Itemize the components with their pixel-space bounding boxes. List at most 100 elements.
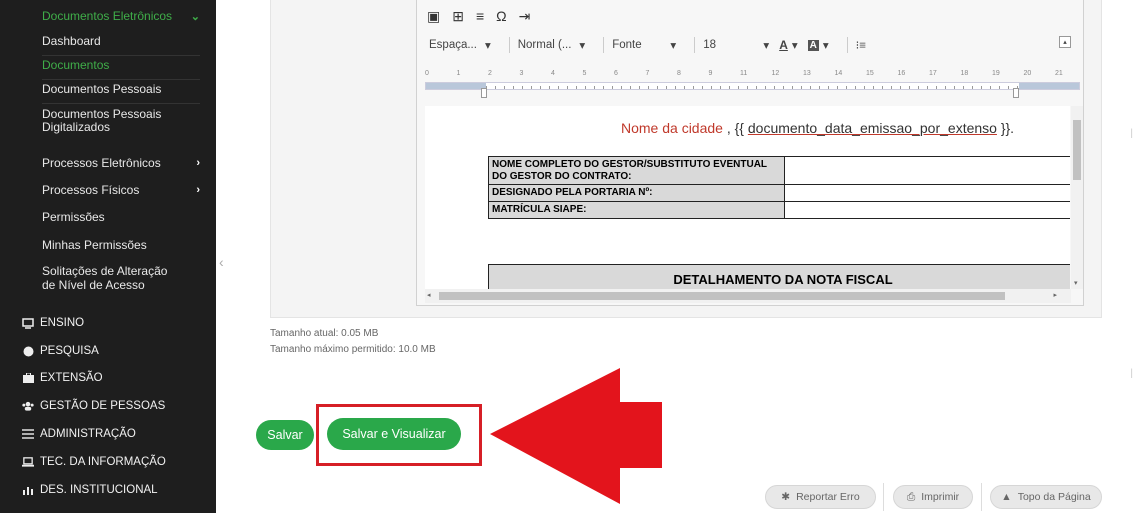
table-icon[interactable]: ⊞ xyxy=(452,8,464,25)
invoice-detail-heading: DETALHAMENTO DA NOTA FISCAL xyxy=(488,264,1070,289)
module-label: EXTENSÃO xyxy=(40,372,103,384)
print-button[interactable]: ⎙ Imprimir xyxy=(893,485,973,509)
sidebar-item-documentos-pessoais[interactable]: Documentos Pessoais xyxy=(42,82,200,104)
submenu-header-documentos-eletronicos[interactable]: Documentos Eletrônicos ⌄ xyxy=(42,9,214,23)
sidebar-item-solicitacoes[interactable]: Solitações de Alteração de Nível de Aces… xyxy=(42,264,214,293)
ruler-number: 20 xyxy=(1023,70,1032,77)
chart-icon xyxy=(22,484,34,496)
editor-toolbar-row-2: Espaça... ▾ Normal (... ▾ Fonte ▾ 18 ▾ A ▾ A ▾… xyxy=(429,32,866,58)
style-select[interactable]: Normal (... ▾ xyxy=(518,38,595,52)
font-select[interactable]: Fonte ▾ xyxy=(612,38,686,52)
sidebar-item-documentos-pessoais-digitalizados[interactable]: Documentos Pessoais Digitalizados xyxy=(42,107,200,144)
ruler-number: 21 xyxy=(1055,70,1063,77)
sidebar-item-label: Processos Físicos xyxy=(42,183,140,197)
ruler-number: 0 xyxy=(425,70,429,77)
scrollbar-thumb[interactable] xyxy=(439,292,1005,300)
ruler-number: 17 xyxy=(929,70,937,77)
ruler-number: 14 xyxy=(834,70,843,77)
module-label: DES. INSTITUCIONAL xyxy=(40,484,158,496)
ruler-number: 9 xyxy=(708,70,713,77)
globe-icon xyxy=(22,345,34,357)
save-button[interactable]: Salvar xyxy=(256,420,314,450)
horizontal-scrollbar[interactable]: ◂ ▸ xyxy=(425,289,1071,303)
sidebar-module-des-institucional[interactable]: DES. INSTITUCIONAL xyxy=(22,484,158,496)
sidebar-module-extensao[interactable]: EXTENSÃO xyxy=(22,372,103,384)
sidebar-module-administracao[interactable]: ADMINISTRAÇÃO xyxy=(22,428,136,440)
text-color-icon: A xyxy=(779,38,788,52)
document-content[interactable]: Nome da cidade , {{ documento_data_emiss… xyxy=(425,106,1070,289)
ruler-number: 11 xyxy=(740,70,748,77)
spacing-select[interactable]: Espaça... ▾ xyxy=(429,38,501,52)
city-name-text: Nome da cidade xyxy=(621,120,723,136)
top-of-page-button[interactable]: ▲ Topo da Página xyxy=(990,485,1102,509)
date-line: Nome da cidade , {{ documento_data_emiss… xyxy=(621,120,1015,136)
chevron-down-icon: ⌄ xyxy=(190,10,200,23)
text-color-button[interactable]: A ▾ xyxy=(779,38,807,52)
scroll-right-icon[interactable]: ▸ xyxy=(1053,291,1057,299)
ruler-numbers: 0 1 2 3 4 5 6 7 8 9 11 12 13 14 15 16 17 18 19 20 21 xyxy=(425,70,1080,80)
module-label: PESQUISA xyxy=(40,345,99,357)
editor-container: ▣ ⊞ ≡ Ω ⇥ Espaça... ▾ Normal (... ▾ Fonte ▾… xyxy=(270,0,1102,318)
sidebar-item-dashboard[interactable]: Dashboard xyxy=(42,34,200,56)
report-error-button[interactable]: ✱ Reportar Erro xyxy=(765,485,876,509)
sidebar-item-label: Documentos Pessoais Digitalizados xyxy=(42,107,162,135)
indent-icon[interactable]: ⇥ xyxy=(519,8,531,25)
dropdown-caret-icon: ▾ xyxy=(484,40,491,52)
sidebar-item-label: Dashboard xyxy=(42,34,101,48)
ruler-number: 7 xyxy=(645,70,650,77)
sidebar: Documentos Eletrônicos ⌄ Dashboard Docum… xyxy=(0,0,216,513)
background-color-button[interactable]: A ▾ xyxy=(807,38,839,52)
sidebar-item-permissoes[interactable]: Permissões xyxy=(42,210,214,224)
max-size-text: Tamanho máximo permitido: 10.0 MB xyxy=(270,344,436,355)
vertical-scrollbar[interactable]: ▾ xyxy=(1071,106,1083,289)
sidebar-item-label: Solitações de Alteração de Nível de Aces… xyxy=(42,264,168,292)
ruler-number: 1 xyxy=(456,70,461,77)
sidebar-item-label: Documentos Pessoais xyxy=(42,82,162,96)
users-icon xyxy=(22,400,34,412)
red-arrow-annotation xyxy=(490,368,662,504)
module-label: GESTÃO DE PESSOAS xyxy=(40,400,166,412)
sidebar-module-ensino[interactable]: ENSINO xyxy=(22,317,84,329)
collapse-sidebar-chevron-icon[interactable]: ‹ xyxy=(219,254,224,270)
ruler-number: 15 xyxy=(866,70,874,77)
left-margin-handle[interactable] xyxy=(481,88,487,98)
scroll-left-icon[interactable]: ◂ xyxy=(427,291,431,299)
ruler-number: 16 xyxy=(897,70,906,77)
align-icon[interactable]: ⁝≡ xyxy=(856,38,866,52)
ruler-number: 8 xyxy=(677,70,681,77)
dropdown-caret-icon: ▾ xyxy=(670,40,677,52)
sidebar-module-gestao-pessoas[interactable]: GESTÃO DE PESSOAS xyxy=(22,400,165,412)
scroll-down-icon[interactable]: ▾ xyxy=(1074,279,1078,287)
right-margin-handle[interactable] xyxy=(1013,88,1019,98)
size-select[interactable]: 18 ▾ xyxy=(703,38,779,52)
printer-icon: ⎙ xyxy=(906,490,916,503)
horizontal-line-icon[interactable]: ≡ xyxy=(476,8,484,25)
dropdown-caret-icon: ▾ xyxy=(822,40,829,52)
page: Documentos Eletrônicos ⌄ Dashboard Docum… xyxy=(0,0,1135,513)
sidebar-module-tec-informacao[interactable]: TEC. DA INFORMAÇÃO xyxy=(22,456,166,468)
ruler-number: 5 xyxy=(582,70,587,77)
sidebar-item-label: Processos Eletrônicos xyxy=(42,156,161,170)
module-label: ADMINISTRAÇÃO xyxy=(40,428,136,440)
sidebar-item-processos-fisicos[interactable]: Processos Físicos › xyxy=(42,183,214,197)
image-icon[interactable]: ▣ xyxy=(427,8,440,25)
manager-info-table: NOME COMPLETO DO GESTOR/SUBSTITUTO EVENT… xyxy=(488,156,1070,219)
ruler-number: 13 xyxy=(803,70,811,77)
special-char-icon[interactable]: Ω xyxy=(496,8,506,25)
ruler-number: 2 xyxy=(488,70,492,77)
rich-text-editor: ▣ ⊞ ≡ Ω ⇥ Espaça... ▾ Normal (... ▾ Fonte ▾… xyxy=(416,0,1084,306)
ruler-number: 4 xyxy=(551,70,555,77)
editor-toolbar-row-1: ▣ ⊞ ≡ Ω ⇥ xyxy=(427,8,530,25)
background-color-icon: A xyxy=(807,39,819,51)
sidebar-item-processos-eletronicos[interactable]: Processos Eletrônicos › xyxy=(42,156,214,170)
ruler-number: 12 xyxy=(771,70,780,77)
scrollbar-thumb[interactable] xyxy=(1073,120,1081,180)
sidebar-item-documentos[interactable]: Documentos xyxy=(42,58,200,80)
save-and-view-button[interactable]: Salvar e Visualizar xyxy=(327,418,461,450)
ruler-number: 6 xyxy=(614,70,618,77)
arrow-up-icon: ▲ xyxy=(1001,491,1012,503)
sidebar-module-pesquisa[interactable]: PESQUISA xyxy=(22,345,99,357)
sidebar-item-minhas-permissoes[interactable]: Minhas Permissões xyxy=(42,238,214,252)
ruler-number: 19 xyxy=(992,70,1000,77)
maximize-icon[interactable]: ▴ xyxy=(1059,36,1071,48)
